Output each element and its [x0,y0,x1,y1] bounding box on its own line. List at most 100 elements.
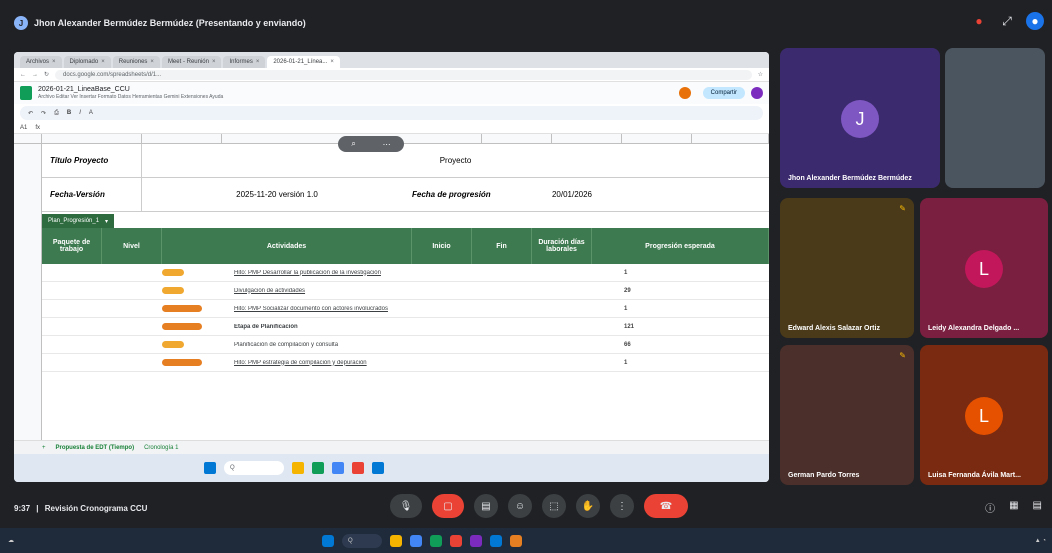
header-cell: Paquete de trabajo [42,228,102,264]
app-icon[interactable] [450,534,462,547]
close-icon[interactable]: × [256,59,260,65]
doc-title[interactable]: 2026-01-21_LineaBase_CCU [38,86,223,93]
app-icon[interactable] [312,462,324,474]
share-button[interactable]: Compartir [702,87,745,99]
chevron-down-icon[interactable]: ▾ [105,218,108,225]
browser-tab[interactable]: Meet - Reunión × [161,56,222,68]
browser-tab-active[interactable]: 2026-01-21_Línea... × [267,56,340,68]
undo-icon[interactable]: ↶ [28,110,33,117]
back-icon[interactable]: ← [20,72,26,78]
zoom-icon[interactable]: ⌕ [351,139,355,149]
star-icon[interactable]: ☆ [758,71,763,78]
info-icon[interactable]: ⓘ [985,500,995,515]
shared-screen: Archivos × Diplomado × Reuniones × Meet - R… [14,52,769,482]
activity-cell[interactable]: Hito: PMP Desarrollar la publicación de … [224,270,454,276]
raise-hand-button[interactable]: ✋ [576,494,600,518]
browser-tab[interactable]: Reuniones × [112,56,160,68]
table-row[interactable]: Planificación de compilación y consulta 6… [42,336,769,354]
layout-icon[interactable]: ⤢ [998,12,1016,30]
column-header[interactable] [622,134,692,143]
participant-tile[interactable]: L Luisa Fernanda Ávila Mart... [920,345,1048,485]
browser-tab[interactable]: Informes × [223,56,266,68]
fecha-value[interactable]: 2025-11-20 versión 1.0 [142,190,412,199]
participant-tile[interactable]: ✎ Edward Alexis Salazar Ortiz [780,198,914,338]
activities-icon[interactable]: ▤ [1033,500,1042,515]
forward-icon[interactable]: → [32,72,38,78]
weather-widget[interactable]: ☁ [8,537,14,544]
folder-icon[interactable] [390,534,402,547]
column-header[interactable] [142,134,222,143]
add-sheet-icon[interactable]: + [42,445,46,451]
browser-icon[interactable] [410,534,422,547]
column-header[interactable] [482,134,552,143]
column-header[interactable] [692,134,769,143]
column-header[interactable] [552,134,622,143]
bold-icon[interactable]: B [67,110,71,116]
activity-cell[interactable]: Etapa de Planificación [224,324,454,330]
activity-cell[interactable]: Hito: PMP Socializar documento con actor… [224,306,454,312]
account-icon[interactable]: ● [1026,12,1044,30]
taskbar-search[interactable]: Q [342,533,382,548]
italic-icon[interactable]: I [79,110,81,116]
table-row[interactable]: Divulgación de actividades 29 [42,282,769,300]
mic-button[interactable]: 🎙 [390,494,422,518]
participant-tile[interactable]: J Jhon Alexander Bermúdez Bermúdez [780,48,940,188]
collaborator-avatar[interactable] [678,87,691,99]
sheets-logo-icon[interactable] [20,86,32,100]
taskbar-search[interactable]: Q [224,461,284,475]
table-row[interactable]: Hito: PMP estrategia de compilación y de… [42,354,769,372]
captions-button[interactable]: ▤ [474,494,498,518]
app-icon[interactable] [490,534,502,547]
more-options-button[interactable]: ⋮ [610,494,634,518]
reload-icon[interactable]: ↻ [44,71,49,78]
browser-tab[interactable]: Diplomado × [63,56,111,68]
table-row[interactable]: Hito: PMP Socializar documento con actor… [42,300,769,318]
close-icon[interactable]: × [212,59,216,65]
text-color-icon[interactable]: A [89,110,93,116]
column-header[interactable] [42,134,142,143]
windows-start-icon[interactable] [322,534,334,547]
close-icon[interactable]: × [150,59,154,65]
camera-off-button[interactable]: ▢ [432,494,464,518]
app-icon[interactable] [372,462,384,474]
emoji-button[interactable]: ☺ [508,494,532,518]
url-field[interactable]: docs.google.com/spreadsheets/d/1... [55,69,752,80]
close-icon[interactable]: × [101,59,105,65]
activity-cell[interactable]: Divulgación de actividades [224,288,454,294]
close-icon[interactable]: × [52,59,56,65]
activity-cell[interactable]: Hito: PMP estrategia de compilación y de… [224,360,454,366]
sheet-tab[interactable]: Cronología 1 [144,445,178,451]
participant-tile[interactable]: ✎ German Pardo Torres [780,345,914,485]
app-icon[interactable] [352,462,364,474]
more-icon[interactable]: ⋯ [383,140,391,149]
titulo-value[interactable]: Proyecto [142,156,769,165]
activity-cell[interactable]: Planificación de compilación y consulta [224,342,454,348]
record-icon[interactable]: ● [970,12,988,30]
floating-tools[interactable]: ⌕ ⋯ [338,136,404,152]
self-view-tile[interactable] [945,48,1045,188]
app-icon[interactable] [510,534,522,547]
table-row[interactable]: Hito: PMP Desarrollar la publicación de … [42,264,769,282]
folder-icon[interactable] [292,462,304,474]
filter-view-tab[interactable]: Plan_Progresión_1 ▾ [42,214,115,228]
sheet-tab[interactable]: Propuesta de EDT (Tiempo) [56,445,135,451]
browser-icon[interactable] [332,462,344,474]
participant-tile[interactable]: L Leidy Alexandra Delgado ... [920,198,1048,338]
table-row[interactable]: Etapa de Planificación 121 [42,318,769,336]
system-tray[interactable]: ▲ ◔ [1035,538,1046,544]
close-icon[interactable]: × [330,59,334,65]
chat-icon[interactable]: ▦ [1009,500,1018,515]
app-icon[interactable] [470,534,482,547]
progresion-value[interactable]: 20/01/2026 [532,190,612,199]
user-avatar[interactable] [751,87,763,99]
cell-reference[interactable]: A1 [20,125,27,131]
app-icon[interactable] [430,534,442,547]
browser-tab[interactable]: Archivos × [20,56,62,68]
windows-start-icon[interactable] [204,462,216,474]
print-icon[interactable]: ⎙ [54,110,59,117]
leave-call-button[interactable]: ☎ [644,494,688,518]
menu-bar[interactable]: Archivo Editar Ver Insertar Formato Dato… [38,94,223,100]
present-button[interactable]: ⬚ [542,494,566,518]
redo-icon[interactable]: ↷ [41,110,46,117]
select-all-corner[interactable] [14,134,42,143]
